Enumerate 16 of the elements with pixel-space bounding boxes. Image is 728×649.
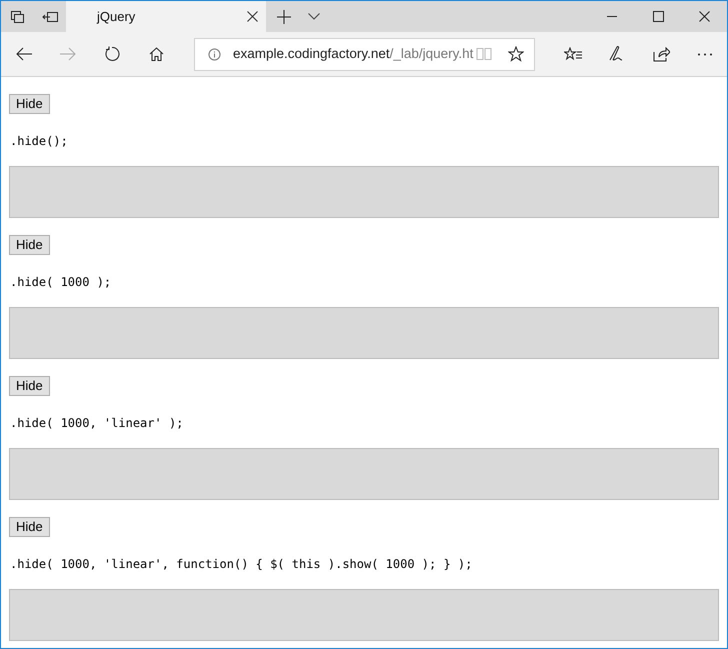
url-host: example.codingfactory.net [233,44,390,63]
code-text: .hide( 1000, 'linear', function() { $( this ).show( 1000 ); } ); [10,557,474,572]
hide-button[interactable]: Hide [9,517,50,537]
url-path: /_lab/jquery.ht [390,44,474,63]
code-text: .hide(); [10,134,69,149]
hide-button[interactable]: Hide [9,235,50,255]
star-icon[interactable] [508,46,524,62]
address-bar[interactable]: example.codingfactory.net/_lab/jquery.ht [194,38,535,70]
hide-button[interactable]: Hide [9,376,50,396]
info-icon[interactable] [208,48,221,60]
browser-tab[interactable]: jQuery [66,1,266,32]
tab-title: jQuery [97,8,136,26]
code-text: .hide( 1000 ); [10,275,112,290]
code-text: .hide( 1000, 'linear' ); [10,416,184,431]
close-tab-icon[interactable] [247,11,258,22]
hide-button[interactable]: Hide [9,94,50,114]
